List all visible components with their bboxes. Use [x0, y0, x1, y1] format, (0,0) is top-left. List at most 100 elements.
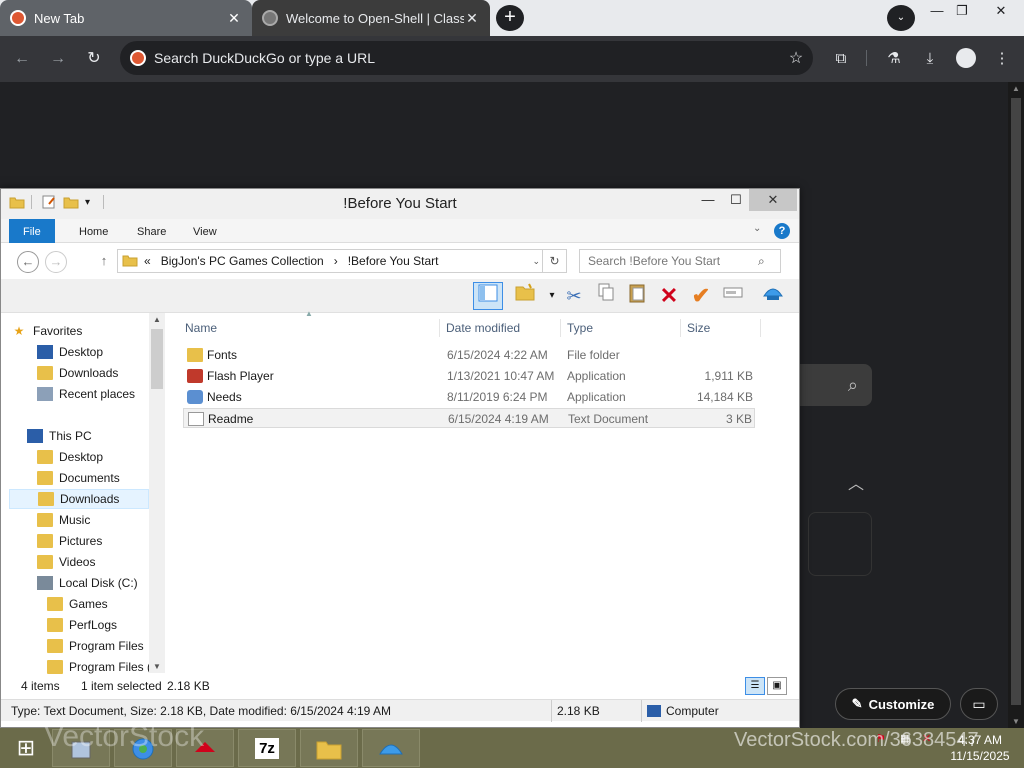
copy-icon[interactable]	[591, 282, 621, 310]
nav-item-perflogs[interactable]: PerfLogs	[47, 615, 149, 635]
new-tab-button[interactable]: +	[496, 5, 524, 31]
column-header-date[interactable]: Date modified	[446, 317, 520, 339]
breadcrumb-item[interactable]: BigJon's PC Games Collection	[161, 254, 324, 268]
customize-button[interactable]: ✎ Customize	[835, 688, 951, 720]
download-icon[interactable]: ⤓	[918, 47, 942, 71]
breadcrumb-item[interactable]: !Before You Start	[348, 254, 439, 268]
tab-new-tab[interactable]: New Tab ✕	[0, 0, 252, 36]
column-divider[interactable]	[760, 319, 761, 337]
search-icon[interactable]: ⌕	[758, 254, 780, 269]
feedback-button[interactable]: ▭	[960, 688, 998, 720]
nav-scrollbar[interactable]: ▲ ▼	[149, 313, 165, 673]
layout-pane-icon[interactable]	[473, 282, 503, 310]
column-header-name[interactable]: Name	[185, 317, 217, 339]
open-shell-icon[interactable]	[758, 282, 788, 310]
tab-close-icon[interactable]: ✕	[226, 10, 242, 27]
file-type: File folder	[567, 348, 620, 362]
scroll-up-icon[interactable]: ▲	[1008, 84, 1024, 93]
file-row[interactable]: Needs 8/11/2019 6:24 PM Application 14,1…	[183, 387, 755, 407]
scroll-down-icon[interactable]: ▼	[149, 662, 165, 671]
maximize-button[interactable]: ☐	[721, 189, 751, 211]
large-icons-view-icon[interactable]: ▣	[767, 677, 787, 695]
tab-share[interactable]: Share	[123, 219, 180, 243]
close-button[interactable]: ✕	[749, 189, 797, 211]
scroll-down-icon[interactable]: ▼	[1008, 717, 1024, 726]
close-button[interactable]: ✕	[984, 0, 1018, 24]
tab-home[interactable]: Home	[65, 219, 122, 243]
profile-avatar[interactable]	[956, 48, 976, 68]
qat-dropdown-icon[interactable]: ▾	[85, 197, 90, 208]
menu-icon[interactable]: ⋮	[990, 47, 1014, 71]
omnibox-input[interactable]	[154, 50, 779, 66]
tab-file[interactable]: File	[9, 219, 55, 243]
forward-button[interactable]: →	[45, 251, 67, 273]
details-info: Type: Text Document, Size: 2.18 KB, Date…	[11, 704, 391, 718]
nav-this-pc[interactable]: This PC	[27, 426, 165, 446]
column-header-type[interactable]: Type	[567, 317, 593, 339]
ribbon-expand-icon[interactable]: ⌄	[753, 223, 761, 234]
extensions-icon[interactable]: ⧉	[829, 47, 853, 71]
paste-icon[interactable]	[622, 282, 652, 310]
help-icon[interactable]: ?	[774, 223, 790, 239]
nav-item-downloads-selected[interactable]: Downloads	[9, 489, 149, 509]
tab-open-shell[interactable]: Welcome to Open-Shell | Classic ✕	[252, 0, 490, 36]
search-icon[interactable]: ⌕	[800, 364, 872, 406]
folder-icon	[9, 195, 25, 212]
column-divider[interactable]	[680, 319, 681, 337]
taskbar-item-7zip[interactable]: 7z	[238, 729, 296, 767]
nav-item-program-files-x86[interactable]: Program Files (	[47, 657, 149, 677]
nav-favorites[interactable]: ★ Favorites	[11, 321, 149, 341]
breadcrumb-overflow[interactable]: «	[144, 254, 151, 268]
folder-icon	[187, 348, 203, 362]
file-size: 14,184 KB	[696, 390, 753, 404]
bookmark-star-icon[interactable]: ☆	[779, 48, 813, 68]
window-title: !Before You Start	[343, 195, 457, 212]
tab-close-icon[interactable]: ✕	[464, 10, 480, 27]
properties-icon[interactable]	[41, 195, 57, 212]
watermark: VectorStock.com/36384547	[734, 729, 979, 751]
chevron-up-icon[interactable]: ︿	[848, 470, 864, 494]
restore-button[interactable]: ❐	[945, 0, 979, 24]
column-divider[interactable]	[560, 319, 561, 337]
nav-label: Favorites	[33, 324, 83, 338]
back-button[interactable]: ←	[17, 251, 39, 273]
omnibox[interactable]: ☆	[120, 41, 813, 75]
scrollbar-thumb[interactable]	[151, 329, 163, 389]
address-bar[interactable]: « BigJon's PC Games Collection › !Before…	[117, 249, 567, 273]
search-input[interactable]	[588, 254, 758, 268]
delete-icon[interactable]: ✕	[654, 282, 684, 310]
nav-item-program-files[interactable]: Program Files	[47, 636, 149, 656]
file-row-selected[interactable]: Readme 6/15/2024 4:19 AM Text Document 3…	[183, 408, 755, 428]
refresh-button[interactable]: ↻	[542, 250, 566, 272]
file-row[interactable]: Flash Player 1/13/2021 10:47 AM Applicat…	[183, 366, 755, 386]
page-scrollbar[interactable]: ▲ ▼	[1008, 82, 1024, 728]
details-view-icon[interactable]: ☰	[745, 677, 765, 695]
nav-item-games[interactable]: Games	[47, 594, 149, 614]
new-folder-icon[interactable]	[63, 195, 79, 212]
labs-icon[interactable]: ⚗	[882, 47, 906, 71]
breadcrumb-separator[interactable]: ›	[334, 254, 338, 268]
checkmark-icon[interactable]: ✔	[686, 282, 716, 310]
column-divider[interactable]	[439, 319, 440, 337]
file-row[interactable]: Fonts 6/15/2024 4:22 AM File folder	[183, 345, 755, 365]
search-box[interactable]: ⌕	[579, 249, 781, 273]
taskbar-item-open-shell[interactable]	[362, 729, 420, 767]
column-header-size[interactable]: Size	[687, 317, 710, 339]
minimize-button[interactable]: —	[693, 189, 723, 211]
downloads-folder-icon	[37, 366, 53, 380]
tab-search-button[interactable]: ⌄	[887, 5, 915, 31]
tab-view[interactable]: View	[179, 219, 231, 243]
address-dropdown-icon[interactable]: ⌄	[532, 256, 540, 267]
explorer-title-bar[interactable]: ▾ !Before You Start — ☐ ✕	[1, 189, 799, 219]
taskbar-item-file-manager[interactable]	[300, 729, 358, 767]
forward-button[interactable]: →	[46, 48, 70, 70]
nav-label: Documents	[59, 471, 120, 485]
reload-button[interactable]: ↻	[82, 48, 106, 70]
shortcut-tile[interactable]	[808, 512, 872, 576]
up-button[interactable]: ↑	[93, 251, 115, 273]
scrollbar-thumb[interactable]	[1011, 98, 1021, 705]
scroll-up-icon[interactable]: ▲	[149, 315, 165, 324]
cut-icon[interactable]: ✂	[559, 282, 589, 310]
rename-icon[interactable]	[718, 282, 748, 310]
back-button[interactable]: ←	[10, 48, 34, 70]
